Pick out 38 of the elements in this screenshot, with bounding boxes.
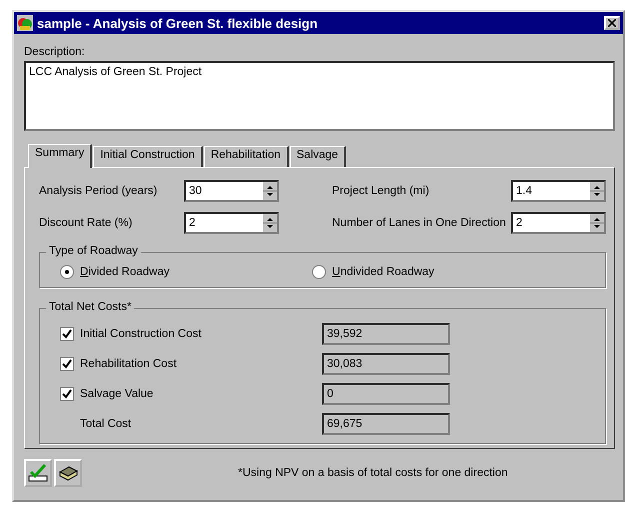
checkbox-option[interactable]: Initial Construction Cost: [60, 327, 202, 341]
tab[interactable]: Summary: [28, 144, 92, 168]
tab[interactable]: Rehabilitation: [204, 146, 288, 167]
spin-field[interactable]: 2: [511, 212, 606, 234]
close-button[interactable]: [604, 16, 620, 30]
checkmark-icon: [27, 462, 49, 484]
total-label: Total Cost: [80, 418, 132, 430]
spin-arrows-icon: [590, 214, 604, 232]
window-title: sample - Analysis of Green St. flexible design: [37, 16, 318, 30]
group-title: Type of Roadway: [46, 245, 141, 257]
spin-arrows-icon: [590, 182, 604, 200]
readonly-field: 0: [322, 383, 450, 405]
tab[interactable]: Initial Construction: [93, 146, 203, 167]
toolbar-button[interactable]: [24, 459, 52, 487]
field-label: Number of Lanes in One Direction: [332, 217, 507, 229]
spin-field[interactable]: 1.4: [511, 180, 606, 202]
close-icon: [608, 19, 616, 27]
spin-field[interactable]: 30: [184, 180, 279, 202]
checkbox-option[interactable]: Rehabilitation Cost: [60, 357, 177, 371]
field-label: Analysis Period (years): [39, 185, 158, 197]
checkbox-option[interactable]: Salvage Value: [60, 387, 154, 401]
description-field[interactable]: LCC Analysis of Green St. Project: [24, 61, 615, 131]
field-label: Discount Rate (%): [39, 217, 134, 229]
field-label: Project Length (mi): [332, 185, 430, 197]
readonly-field: 39,592: [322, 323, 450, 345]
toolbar-button[interactable]: [54, 459, 82, 487]
readonly-field: 30,083: [322, 353, 450, 375]
radio-option[interactable]: Divided Roadway: [60, 265, 312, 279]
description-label: Description:: [24, 46, 85, 58]
tab[interactable]: Salvage: [290, 146, 346, 167]
app-icon: [17, 15, 33, 31]
footnote: *Using NPV on a basis of total costs for one direction: [238, 467, 508, 479]
spin-arrows-icon: [263, 214, 277, 232]
readonly-field: 69,675: [322, 413, 450, 435]
spin-field[interactable]: 2: [184, 212, 279, 234]
spin-arrows-icon: [263, 182, 277, 200]
radio-option[interactable]: Undivided Roadway: [312, 265, 564, 279]
group-title: Total Net Costs*: [46, 301, 134, 313]
